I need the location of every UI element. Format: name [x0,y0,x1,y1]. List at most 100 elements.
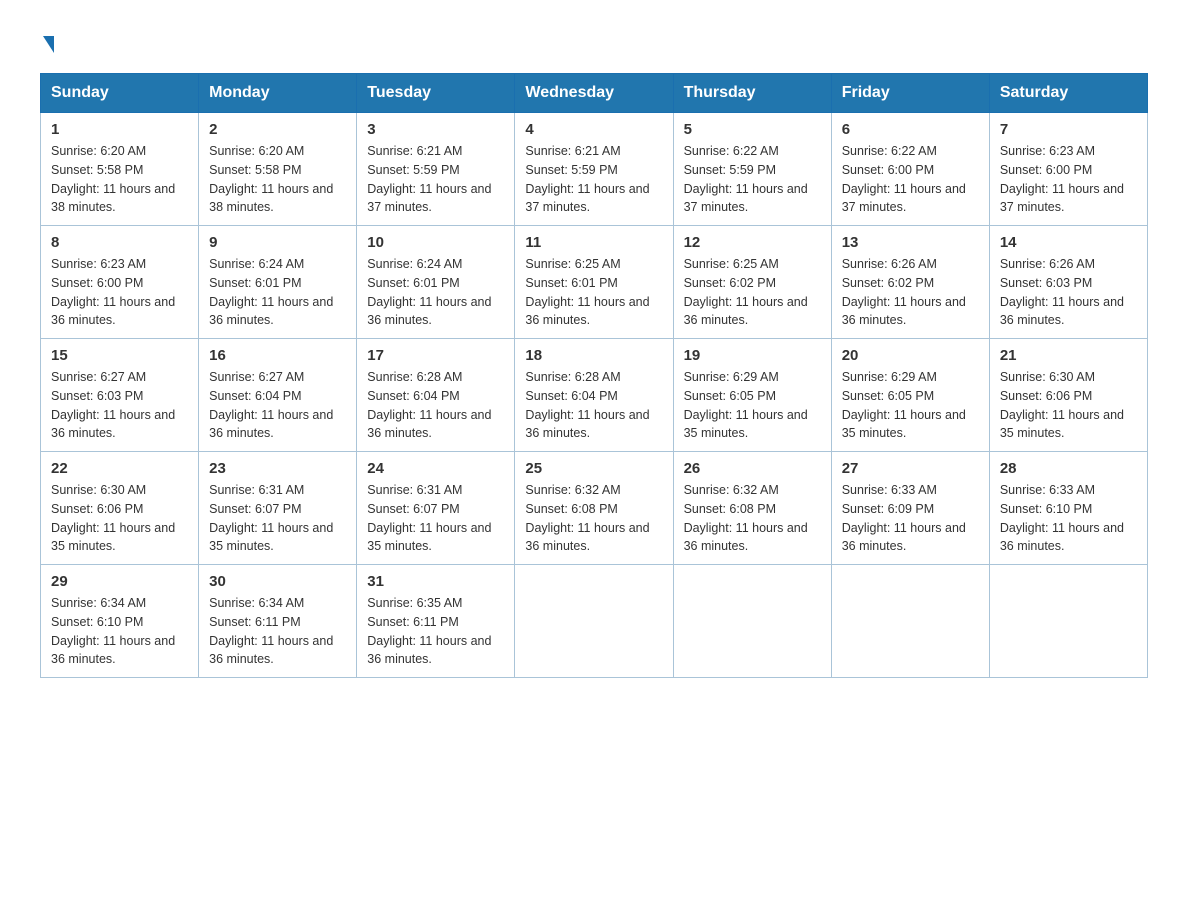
calendar-cell: 9 Sunrise: 6:24 AM Sunset: 6:01 PM Dayli… [199,226,357,339]
calendar-cell: 13 Sunrise: 6:26 AM Sunset: 6:02 PM Dayl… [831,226,989,339]
calendar-cell [989,565,1147,678]
sunset-label: Sunset: 5:58 PM [209,163,301,177]
sunset-label: Sunset: 6:01 PM [367,276,459,290]
calendar-cell: 30 Sunrise: 6:34 AM Sunset: 6:11 PM Dayl… [199,565,357,678]
sunrise-label: Sunrise: 6:21 AM [367,144,462,158]
sunrise-label: Sunrise: 6:30 AM [51,483,146,497]
calendar-cell: 31 Sunrise: 6:35 AM Sunset: 6:11 PM Dayl… [357,565,515,678]
day-info: Sunrise: 6:34 AM Sunset: 6:10 PM Dayligh… [51,594,188,669]
day-info: Sunrise: 6:20 AM Sunset: 5:58 PM Dayligh… [51,142,188,217]
day-number: 6 [842,121,979,138]
day-info: Sunrise: 6:28 AM Sunset: 6:04 PM Dayligh… [525,368,662,443]
sunrise-label: Sunrise: 6:32 AM [684,483,779,497]
calendar-cell: 10 Sunrise: 6:24 AM Sunset: 6:01 PM Dayl… [357,226,515,339]
day-info: Sunrise: 6:27 AM Sunset: 6:04 PM Dayligh… [209,368,346,443]
day-number: 27 [842,460,979,477]
sunrise-label: Sunrise: 6:20 AM [51,144,146,158]
sunrise-label: Sunrise: 6:27 AM [209,370,304,384]
calendar-cell: 19 Sunrise: 6:29 AM Sunset: 6:05 PM Dayl… [673,339,831,452]
sunset-label: Sunset: 6:01 PM [209,276,301,290]
sunrise-label: Sunrise: 6:33 AM [842,483,937,497]
day-number: 4 [525,121,662,138]
sunset-label: Sunset: 6:01 PM [525,276,617,290]
day-info: Sunrise: 6:30 AM Sunset: 6:06 PM Dayligh… [1000,368,1137,443]
header-thursday: Thursday [673,74,831,113]
day-info: Sunrise: 6:21 AM Sunset: 5:59 PM Dayligh… [367,142,504,217]
day-info: Sunrise: 6:32 AM Sunset: 6:08 PM Dayligh… [684,481,821,556]
calendar-week-3: 15 Sunrise: 6:27 AM Sunset: 6:03 PM Dayl… [41,339,1148,452]
calendar-cell: 8 Sunrise: 6:23 AM Sunset: 6:00 PM Dayli… [41,226,199,339]
header-wednesday: Wednesday [515,74,673,113]
day-number: 22 [51,460,188,477]
daylight-label: Daylight: 11 hours and 36 minutes. [367,295,491,328]
sunrise-label: Sunrise: 6:30 AM [1000,370,1095,384]
header-friday: Friday [831,74,989,113]
daylight-label: Daylight: 11 hours and 36 minutes. [684,295,808,328]
day-number: 2 [209,121,346,138]
daylight-label: Daylight: 11 hours and 36 minutes. [209,634,333,667]
calendar-cell: 18 Sunrise: 6:28 AM Sunset: 6:04 PM Dayl… [515,339,673,452]
calendar-cell: 7 Sunrise: 6:23 AM Sunset: 6:00 PM Dayli… [989,113,1147,226]
sunset-label: Sunset: 5:59 PM [367,163,459,177]
sunrise-label: Sunrise: 6:24 AM [367,257,462,271]
day-number: 5 [684,121,821,138]
sunset-label: Sunset: 6:05 PM [684,389,776,403]
daylight-label: Daylight: 11 hours and 36 minutes. [525,408,649,441]
calendar-cell: 5 Sunrise: 6:22 AM Sunset: 5:59 PM Dayli… [673,113,831,226]
day-info: Sunrise: 6:26 AM Sunset: 6:02 PM Dayligh… [842,255,979,330]
header-saturday: Saturday [989,74,1147,113]
day-info: Sunrise: 6:23 AM Sunset: 6:00 PM Dayligh… [1000,142,1137,217]
sunset-label: Sunset: 6:08 PM [684,502,776,516]
day-info: Sunrise: 6:21 AM Sunset: 5:59 PM Dayligh… [525,142,662,217]
day-info: Sunrise: 6:29 AM Sunset: 6:05 PM Dayligh… [684,368,821,443]
day-info: Sunrise: 6:31 AM Sunset: 6:07 PM Dayligh… [209,481,346,556]
day-number: 30 [209,573,346,590]
day-number: 1 [51,121,188,138]
daylight-label: Daylight: 11 hours and 35 minutes. [367,521,491,554]
daylight-label: Daylight: 11 hours and 36 minutes. [842,521,966,554]
day-info: Sunrise: 6:33 AM Sunset: 6:10 PM Dayligh… [1000,481,1137,556]
sunset-label: Sunset: 6:03 PM [51,389,143,403]
sunset-label: Sunset: 6:07 PM [209,502,301,516]
daylight-label: Daylight: 11 hours and 36 minutes. [209,295,333,328]
calendar-cell: 16 Sunrise: 6:27 AM Sunset: 6:04 PM Dayl… [199,339,357,452]
sunset-label: Sunset: 6:05 PM [842,389,934,403]
day-number: 25 [525,460,662,477]
sunset-label: Sunset: 6:08 PM [525,502,617,516]
sunset-label: Sunset: 5:59 PM [525,163,617,177]
daylight-label: Daylight: 11 hours and 37 minutes. [367,182,491,215]
day-info: Sunrise: 6:24 AM Sunset: 6:01 PM Dayligh… [209,255,346,330]
calendar-cell: 3 Sunrise: 6:21 AM Sunset: 5:59 PM Dayli… [357,113,515,226]
day-number: 12 [684,234,821,251]
calendar-cell: 12 Sunrise: 6:25 AM Sunset: 6:02 PM Dayl… [673,226,831,339]
day-info: Sunrise: 6:23 AM Sunset: 6:00 PM Dayligh… [51,255,188,330]
daylight-label: Daylight: 11 hours and 37 minutes. [1000,182,1124,215]
day-info: Sunrise: 6:25 AM Sunset: 6:02 PM Dayligh… [684,255,821,330]
day-info: Sunrise: 6:28 AM Sunset: 6:04 PM Dayligh… [367,368,504,443]
daylight-label: Daylight: 11 hours and 37 minutes. [525,182,649,215]
day-number: 26 [684,460,821,477]
day-number: 28 [1000,460,1137,477]
day-number: 9 [209,234,346,251]
sunrise-label: Sunrise: 6:26 AM [842,257,937,271]
sunset-label: Sunset: 6:09 PM [842,502,934,516]
day-number: 17 [367,347,504,364]
calendar-cell: 11 Sunrise: 6:25 AM Sunset: 6:01 PM Dayl… [515,226,673,339]
page-header [40,30,1148,53]
calendar-cell: 2 Sunrise: 6:20 AM Sunset: 5:58 PM Dayli… [199,113,357,226]
day-info: Sunrise: 6:22 AM Sunset: 5:59 PM Dayligh… [684,142,821,217]
day-info: Sunrise: 6:25 AM Sunset: 6:01 PM Dayligh… [525,255,662,330]
daylight-label: Daylight: 11 hours and 36 minutes. [209,408,333,441]
sunset-label: Sunset: 5:58 PM [51,163,143,177]
calendar-cell [831,565,989,678]
calendar-cell: 1 Sunrise: 6:20 AM Sunset: 5:58 PM Dayli… [41,113,199,226]
sunrise-label: Sunrise: 6:23 AM [1000,144,1095,158]
calendar-cell: 28 Sunrise: 6:33 AM Sunset: 6:10 PM Dayl… [989,452,1147,565]
sunset-label: Sunset: 6:06 PM [51,502,143,516]
sunrise-label: Sunrise: 6:29 AM [842,370,937,384]
sunset-label: Sunset: 6:11 PM [209,615,301,629]
day-info: Sunrise: 6:30 AM Sunset: 6:06 PM Dayligh… [51,481,188,556]
day-number: 20 [842,347,979,364]
logo-triangle-icon [43,36,54,53]
sunset-label: Sunset: 6:02 PM [684,276,776,290]
